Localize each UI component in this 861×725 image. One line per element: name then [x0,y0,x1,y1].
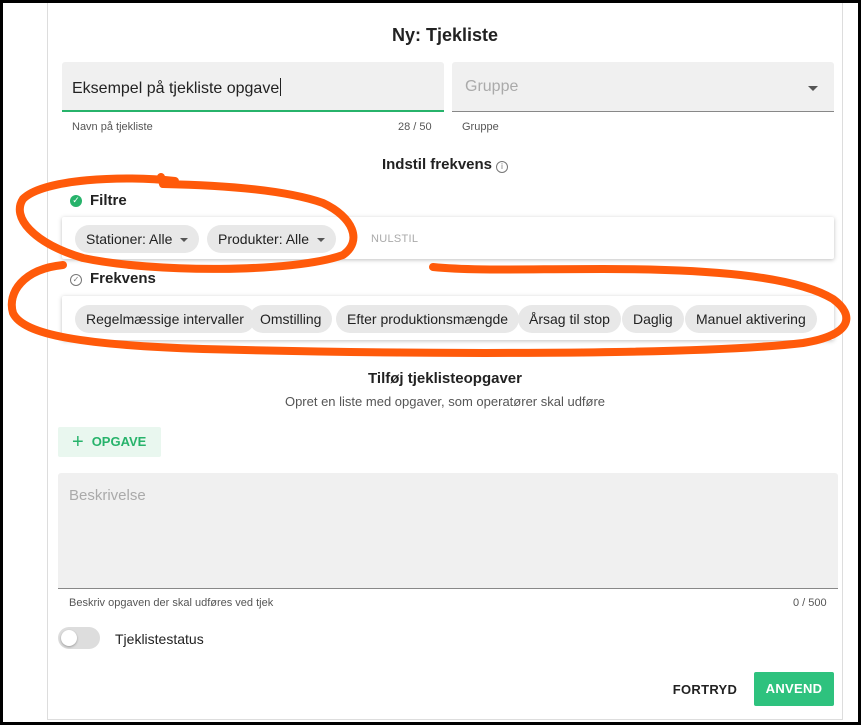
reset-filters-button[interactable]: NULSTIL [371,233,418,245]
filter-chip-stations[interactable]: Stationer: Alle [75,225,200,253]
task-description-placeholder: Beskrivelse [69,487,146,504]
group-select-label: Gruppe [462,121,499,133]
chevron-down-icon [808,86,818,91]
tasks-heading: Tilføj tjeklisteopgaver [368,370,522,387]
backdrop-left [3,3,47,722]
filter-chip-products[interactable]: Produkter: Alle [207,225,337,253]
plus-icon: + [72,431,84,453]
frekvens-title: Frekvens [90,270,156,287]
frequency-chip-daily[interactable]: Daglig [622,305,684,333]
task-description-counter: 0 / 500 [793,597,827,609]
apply-button[interactable]: ANVEND [754,672,834,706]
task-description-input[interactable]: Beskrivelse [58,473,838,589]
group-select-placeholder: Gruppe [465,78,519,95]
frequency-chip-regular-intervals[interactable]: Regelmæssige intervaller [75,305,255,333]
chevron-down-icon [180,238,189,242]
toggle-knob [61,630,77,646]
check-circle-icon: ✓ [70,195,82,207]
page: Ny: Tjekliste Eksempel på tjekliste opga… [3,3,858,722]
frequency-chip-changeover[interactable]: Omstilling [249,305,333,333]
group-select[interactable]: Gruppe [452,62,834,112]
frequency-chip-stop-reason[interactable]: Årsag til stop [518,305,621,333]
frequency-chip-manual[interactable]: Manuel aktivering [685,305,817,333]
checklist-name-label: Navn på tjekliste [72,121,153,133]
checklist-dialog: Ny: Tjekliste Eksempel på tjekliste opga… [47,3,843,720]
text-cursor [280,78,282,96]
checklist-name-value: Eksempel på tjekliste opgave [72,80,280,97]
checklist-name-counter: 28 / 50 [398,121,432,133]
frequency-heading: Indstil frekvens i [48,156,842,173]
check-circle-outline-icon: ✓ [70,274,82,286]
info-icon[interactable]: i [496,161,509,173]
task-description-helper: Beskriv opgaven der skal udføres ved tje… [69,597,274,609]
filters-card: Stationer: Alle Produkter: Alle NULSTIL [62,217,834,259]
frekvens-card: Regelmæssige intervaller Omstilling Efte… [62,296,834,340]
dialog-title: Ny: Tjekliste [391,25,499,45]
add-task-button[interactable]: + OPGAVE [58,427,161,457]
checklist-status-toggle[interactable] [58,627,100,649]
filters-title: Filtre [90,192,127,209]
tasks-subheading: Opret en liste med opgaver, som operatør… [284,394,606,409]
frequency-chip-production-volume[interactable]: Efter produktionsmængde [336,305,520,333]
checklist-name-input[interactable]: Eksempel på tjekliste opgave [62,62,444,112]
cancel-button[interactable]: FORTRYD [668,675,742,705]
chevron-down-icon [317,238,326,242]
checklist-status-label: Tjeklistestatus [115,631,204,647]
